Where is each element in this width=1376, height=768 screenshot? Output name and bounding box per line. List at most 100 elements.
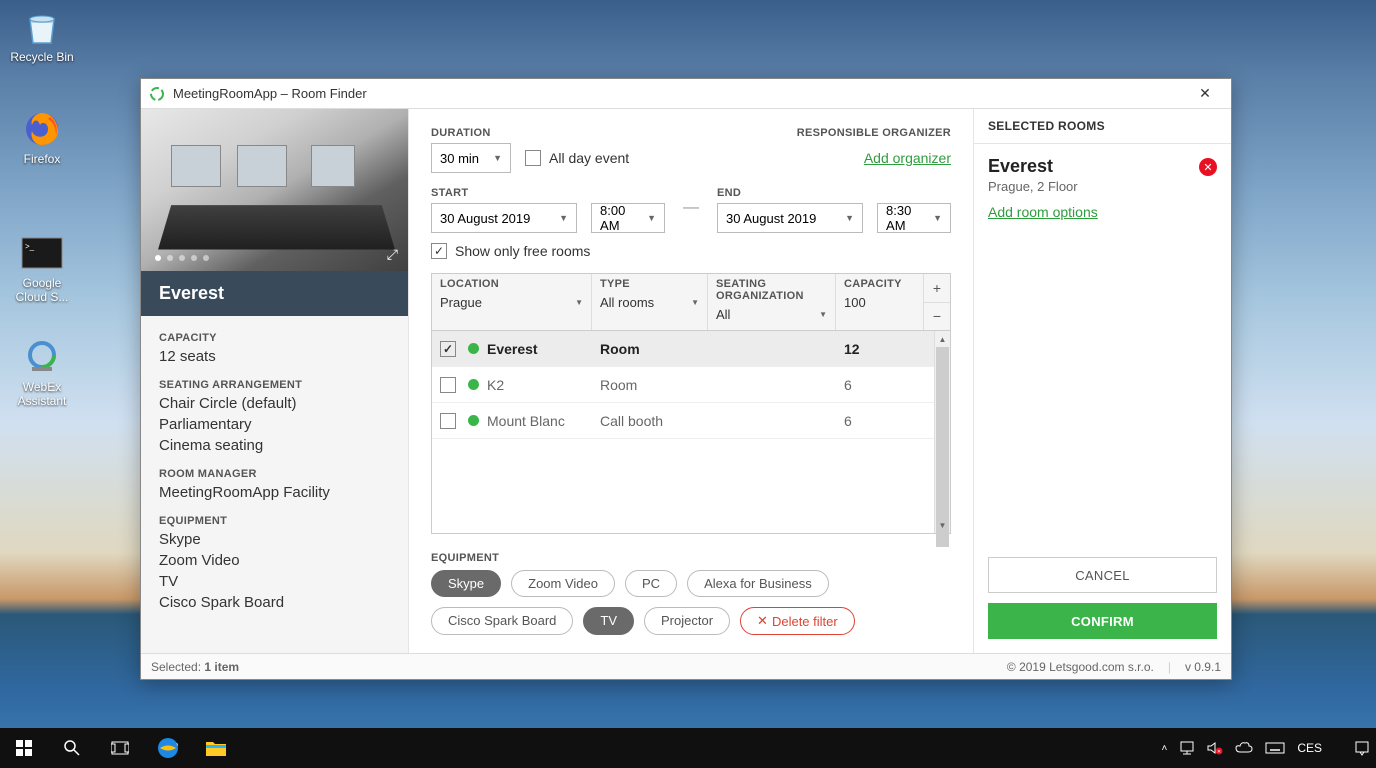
statusbar: Selected: 1 item © 2019 Letsgood.com s.r… <box>141 653 1231 679</box>
type-filter[interactable]: All rooms▼ <box>600 292 699 312</box>
col-capacity-label: CAPACITY <box>844 278 915 290</box>
manager-label: ROOM MANAGER <box>159 468 390 480</box>
photo-carousel-dots[interactable] <box>155 255 209 261</box>
start-label: START <box>431 187 577 199</box>
task-view-button[interactable] <box>96 728 144 768</box>
network-icon <box>1179 741 1195 755</box>
start-date-select[interactable]: 30 August 2019▼ <box>431 203 577 233</box>
room-finder-window: MeetingRoomApp – Room Finder ✕ ⤢ Everest… <box>140 78 1232 680</box>
table-row[interactable]: Everest Room 12 <box>432 331 934 367</box>
all-day-checkbox[interactable] <box>525 150 541 166</box>
scroll-down-icon[interactable]: ▼ <box>935 517 950 533</box>
app-icon <box>149 86 165 102</box>
capacity-filter[interactable]: 100 <box>844 292 915 312</box>
status-dot-icon <box>468 379 479 390</box>
search-icon <box>63 739 81 757</box>
scroll-up-icon[interactable]: ▲ <box>935 331 950 347</box>
rooms-list: Everest Room 12 K2 Roo <box>432 331 934 533</box>
svg-text:>_: >_ <box>25 242 35 251</box>
desktop-icon-firefox[interactable]: Firefox <box>6 108 78 166</box>
start-button[interactable] <box>0 728 48 768</box>
equipment-pill[interactable]: Skype <box>431 570 501 597</box>
webex-icon <box>21 336 63 378</box>
room-photo[interactable]: ⤢ <box>141 109 408 271</box>
duration-select[interactable]: 30 min▼ <box>431 143 511 173</box>
row-checkbox[interactable] <box>440 341 456 357</box>
seating-value-1: Parliamentary <box>159 414 390 435</box>
seating-value-0: Chair Circle (default) <box>159 393 390 414</box>
end-time-select[interactable]: 8:30 AM▼ <box>877 203 951 233</box>
table-scrollbar[interactable]: ▲ ▼ <box>934 331 950 533</box>
remove-room-button[interactable]: ✕ <box>1199 158 1217 176</box>
end-date-select[interactable]: 30 August 2019▼ <box>717 203 863 233</box>
capacity-minus-button[interactable]: − <box>924 303 950 331</box>
chevron-down-icon: ▼ <box>647 213 656 223</box>
cancel-button[interactable]: CANCEL <box>988 557 1217 593</box>
equipment-pill[interactable]: Zoom Video <box>511 570 615 597</box>
search-button[interactable] <box>48 728 96 768</box>
window-close-button[interactable]: ✕ <box>1187 82 1223 106</box>
tray-volume[interactable]: ✕ <box>1201 728 1229 768</box>
tray-language[interactable]: CES <box>1291 728 1328 768</box>
taskbar-explorer[interactable] <box>192 728 240 768</box>
keyboard-icon <box>1265 742 1285 754</box>
delete-filter-button[interactable]: ✕ Delete filter <box>740 607 855 635</box>
tray-network[interactable] <box>1173 728 1201 768</box>
notification-icon <box>1354 740 1370 756</box>
free-rooms-checkbox[interactable] <box>431 243 447 259</box>
desktop-icon-webex[interactable]: WebEx Assistant <box>6 336 78 409</box>
chevron-down-icon: ▼ <box>691 298 699 307</box>
col-type-label: TYPE <box>600 278 699 290</box>
ie-icon <box>155 735 181 761</box>
chevron-down-icon: ▼ <box>493 153 502 163</box>
terminal-icon: >_ <box>21 232 63 274</box>
rooms-table: LOCATION Prague▼ TYPE All rooms▼ SEATING… <box>431 273 951 534</box>
equipment-pill[interactable]: Projector <box>644 607 730 635</box>
confirm-button[interactable]: CONFIRM <box>988 603 1217 639</box>
add-room-options-link[interactable]: Add room options <box>988 204 1217 220</box>
folder-icon <box>205 739 227 757</box>
version-text: v 0.9.1 <box>1185 660 1221 674</box>
tray-chevron[interactable]: ˄ <box>1155 728 1173 768</box>
responsible-label: RESPONSIBLE ORGANIZER <box>797 127 951 139</box>
equipment-pill[interactable]: Cisco Spark Board <box>431 607 573 635</box>
desktop-icon-recycle-bin[interactable]: Recycle Bin <box>6 6 78 64</box>
photo-expand-icon[interactable]: ⤢ <box>387 246 398 263</box>
tray-notifications[interactable] <box>1348 728 1376 768</box>
task-view-icon <box>111 741 129 755</box>
equipment-pill[interactable]: PC <box>625 570 677 597</box>
chevron-down-icon: ▼ <box>933 213 942 223</box>
table-row[interactable]: Mount Blanc Call booth 6 <box>432 403 934 439</box>
end-label: END <box>717 187 863 199</box>
table-row[interactable]: K2 Room 6 <box>432 367 934 403</box>
firefox-icon <box>21 108 63 150</box>
cloud-icon <box>1235 741 1253 755</box>
row-checkbox[interactable] <box>440 377 456 393</box>
equipment-value-3: Cisco Spark Board <box>159 592 390 613</box>
tray-keyboard[interactable] <box>1259 728 1291 768</box>
seating-filter[interactable]: All▼ <box>716 304 827 324</box>
equipment-pill[interactable]: Alexa for Business <box>687 570 829 597</box>
location-filter[interactable]: Prague▼ <box>440 292 583 312</box>
capacity-plus-button[interactable]: + <box>924 274 950 303</box>
equipment-pill[interactable]: TV <box>583 607 634 635</box>
dash-separator: — <box>683 199 699 221</box>
tray-cloud[interactable] <box>1229 728 1259 768</box>
titlebar[interactable]: MeetingRoomApp – Room Finder ✕ <box>141 79 1231 109</box>
selected-rooms-panel: SELECTED ROOMS Everest Prague, 2 Floor ✕… <box>973 109 1231 653</box>
window-title: MeetingRoomApp – Room Finder <box>173 86 367 101</box>
equipment-value-0: Skype <box>159 529 390 550</box>
taskbar: ˄ ✕ CES <box>0 728 1376 768</box>
copyright-text: © 2019 Letsgood.com s.r.o. <box>1007 660 1154 674</box>
selected-rooms-title: SELECTED ROOMS <box>974 109 1231 144</box>
status-dot-icon <box>468 415 479 426</box>
row-checkbox[interactable] <box>440 413 456 429</box>
volume-mute-icon: ✕ <box>1207 741 1223 755</box>
capacity-label: CAPACITY <box>159 332 390 344</box>
taskbar-ie[interactable] <box>144 728 192 768</box>
desktop-icon-google-cloud[interactable]: >_ Google Cloud S... <box>6 232 78 305</box>
start-time-select[interactable]: 8:00 AM▼ <box>591 203 665 233</box>
add-organizer-link[interactable]: Add organizer <box>797 143 951 173</box>
manager-value: MeetingRoomApp Facility <box>159 482 390 503</box>
chevron-down-icon: ▼ <box>845 213 854 223</box>
